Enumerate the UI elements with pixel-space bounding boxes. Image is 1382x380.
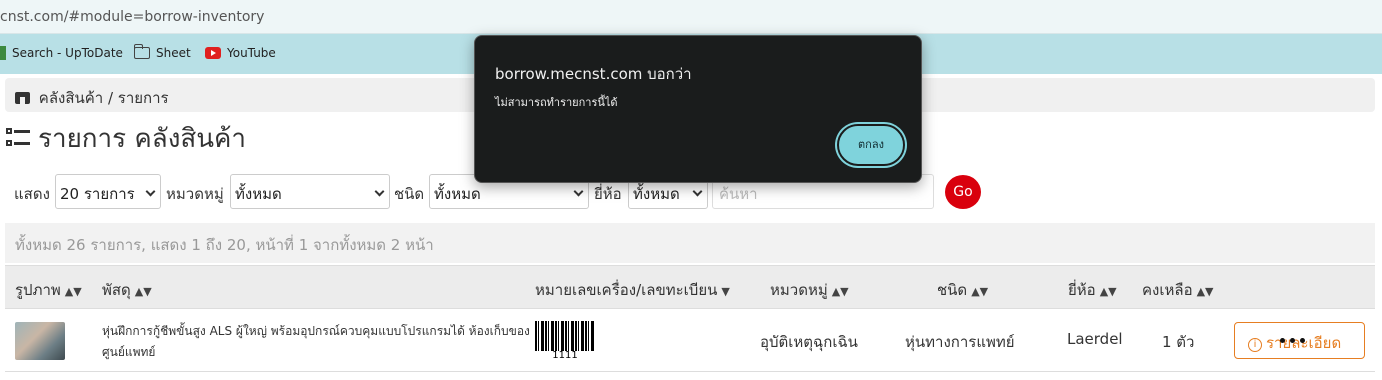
item-remaining: 1 ตัว [1162,333,1195,351]
page-title-text: รายการ คลังสินค้า [38,124,247,154]
bookmark-sheet[interactable]: Sheet [133,44,191,60]
show-label: แสดง [14,185,50,203]
brand-label: ยี่ห้อ [594,185,622,203]
column-header-type[interactable]: ชนิด ▲▼ [937,278,988,302]
barcode: 1111 [535,321,595,361]
chevron-down-icon [573,186,584,197]
bookmark-label: YouTube [227,46,276,60]
category-label: หมวดหมู่ [166,185,224,203]
alert-dialog: borrow.mecnst.com บอกว่า ไม่สามารถทำรายก… [474,35,922,183]
table-row: หุ่นฝึกการกู้ชีพขั้นสูง ALS ผู้ใหญ่ พร้อ… [5,309,1375,372]
breadcrumb-text[interactable]: คลังสินค้า / รายการ [39,89,169,107]
chevron-down-icon [145,186,156,197]
loading-cursor-icon [1280,338,1308,344]
column-header-remaining[interactable]: คงเหลือ ▲▼ [1142,278,1214,302]
column-header-image[interactable]: รูปภาพ ▲▼ [15,278,82,302]
chevron-down-icon [374,186,385,197]
store-icon [15,92,30,104]
page-title: รายการ คลังสินค้า [6,118,246,159]
uptodate-icon [0,46,6,60]
column-header-item[interactable]: พัสดุ ▲▼ [102,278,152,302]
barcode-bars [535,321,595,351]
column-header-category[interactable]: หมวดหมู่ ▲▼ [770,278,849,302]
category-select[interactable]: ทั้งหมด [230,174,390,209]
column-header-brand[interactable]: ยี่ห้อ ▲▼ [1068,278,1117,302]
browser-address-bar[interactable]: cnst.com/#module=borrow-inventory [0,0,1382,34]
table-header: รูปภาพ ▲▼ พัสดุ ▲▼ หมายเลขเครื่อง/เลขทะเบี… [5,265,1375,309]
go-button[interactable]: Go [945,175,981,209]
type-label: ชนิด [394,185,425,203]
item-category: อุบัติเหตุฉุกเฉิน [760,333,858,351]
chevron-down-icon [692,186,703,197]
column-header-serial[interactable]: หมายเลขเครื่อง/เลขทะเบียน ▼ [535,278,730,302]
task-list-icon [6,127,30,150]
bookmark-label: Search - UpToDate [12,46,123,60]
show-count-select[interactable]: 20 รายการ [55,174,161,209]
dialog-title: borrow.mecnst.com บอกว่า [495,65,692,83]
dialog-message: ไม่สามารถทำรายการนี้ได้ [495,96,618,109]
info-icon: i [1248,338,1262,352]
item-type: หุ่นทางการแพทย์ [905,333,1015,351]
bookmark-label: Sheet [156,46,191,60]
barcode-number: 1111 [552,350,578,361]
item-name: หุ่นฝึกการกู้ชีพขั้นสูง ALS ผู้ใหญ่ พร้อ… [102,324,530,359]
item-thumbnail[interactable] [15,322,65,360]
url-text[interactable]: cnst.com/#module=borrow-inventory [0,9,264,25]
dialog-ok-button[interactable]: ตกลง [837,124,905,166]
folder-icon [133,44,150,59]
item-brand: Laerdel [1067,330,1123,348]
youtube-icon [205,47,221,59]
pagination-summary: ทั้งหมด 26 รายการ, แสดง 1 ถึง 20, หน้าที… [5,223,1375,263]
bookmark-youtube[interactable]: YouTube [205,46,276,60]
bookmark-uptodate[interactable]: Search - UpToDate [0,46,123,60]
